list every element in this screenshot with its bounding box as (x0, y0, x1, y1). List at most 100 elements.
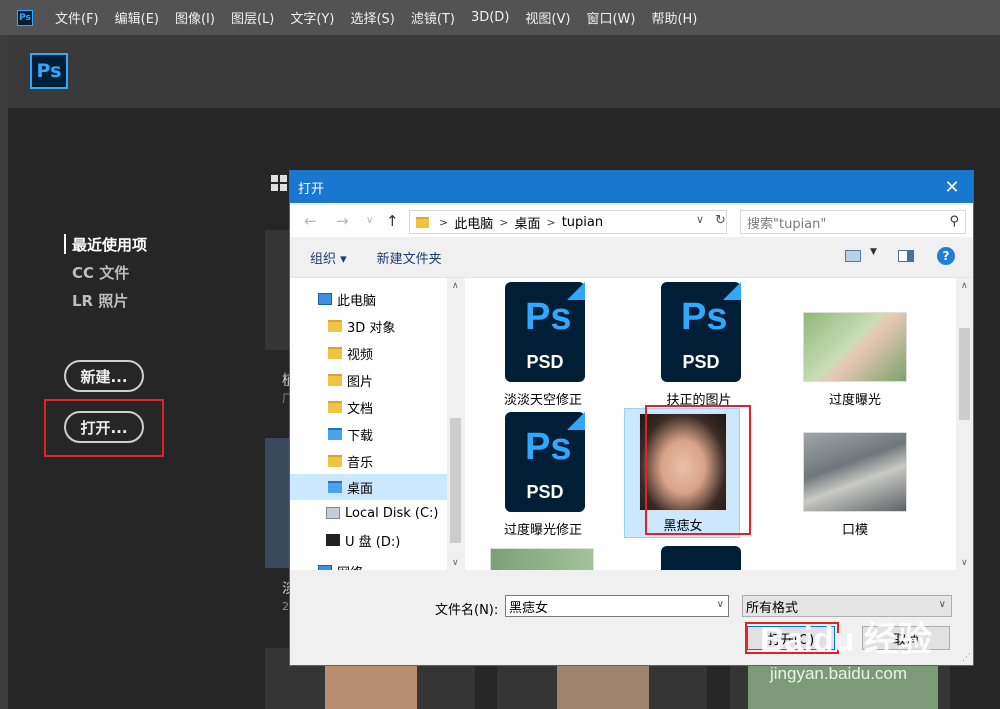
folder-icon (416, 216, 429, 228)
chevron-down-icon[interactable]: ∨ (939, 599, 946, 610)
menu-3d[interactable]: 3D(D) (463, 0, 517, 35)
tree-item-label: U 盘 (D:) (345, 534, 401, 550)
file-name-input[interactable]: 黑痣女 ∨ (505, 595, 729, 617)
network-icon (318, 565, 332, 570)
scroll-down-icon[interactable]: ∨ (452, 558, 459, 568)
organize-menu[interactable]: 组织 ▾ (310, 248, 347, 267)
tree-item-desktop[interactable]: 桌面 (290, 474, 447, 500)
psd-file-icon (661, 546, 741, 570)
photo-thumbnail (490, 548, 594, 570)
file-item[interactable]: Ps PSD 过度曝光修正 (468, 412, 618, 540)
nav-scrollbar-thumb[interactable] (450, 418, 461, 543)
forward-arrow-icon[interactable]: → (336, 212, 349, 230)
file-item[interactable]: Ps PSD 扶正的图片 (624, 282, 774, 410)
address-bar[interactable]: > 此电脑 > 桌面 > tupian ∨ (409, 210, 727, 234)
recent-file-meta: 2 (282, 600, 289, 613)
recent-file-tile[interactable] (265, 438, 290, 568)
active-nav-indicator (64, 234, 66, 254)
file-item[interactable]: 口模 (780, 412, 930, 540)
nav-lr-photos[interactable]: LR 照片 (72, 290, 128, 311)
folder-icon (328, 347, 342, 359)
preview-pane-icon[interactable] (898, 250, 914, 262)
scroll-up-icon[interactable]: ∧ (452, 281, 459, 291)
file-name: 淡淡天空修正 (503, 393, 582, 408)
dialog-title-bar[interactable]: 打开 ✕ (290, 171, 973, 203)
tree-item-music[interactable]: 音乐 (328, 448, 448, 474)
tree-item-pictures[interactable]: 图片 (328, 367, 448, 393)
grid-view-icon[interactable] (271, 175, 287, 191)
chevron-down-icon[interactable]: ∨ (717, 599, 724, 610)
computer-icon (318, 293, 332, 305)
tree-item-this-pc[interactable]: 此电脑 (318, 286, 448, 312)
window-edge (0, 35, 8, 709)
tree-item-downloads[interactable]: 下载 (328, 421, 448, 447)
tree-item-label: Local Disk (C:) (345, 505, 439, 521)
back-arrow-icon[interactable]: ← (304, 212, 317, 230)
tree-item-videos[interactable]: 视频 (328, 340, 448, 366)
recent-file-thumbnail (325, 664, 417, 709)
refresh-icon[interactable]: ↻ (715, 213, 726, 228)
tree-item-network[interactable]: 网络 (318, 558, 448, 570)
tree-item-local-disk[interactable]: Local Disk (C:) (326, 500, 448, 526)
scroll-up-icon[interactable]: ∧ (961, 281, 968, 291)
tree-item-label: 网络 (337, 562, 363, 571)
music-folder-icon (328, 455, 342, 467)
address-row: ← → ∨ ↑ > 此电脑 > 桌面 > tupian ∨ ↻ 搜索"tupia… (290, 205, 973, 237)
breadcrumb-tupian[interactable]: tupian (562, 215, 603, 230)
chevron-down-icon[interactable]: ∨ (696, 213, 704, 226)
new-folder-button[interactable]: 新建文件夹 (377, 248, 442, 267)
menu-layer[interactable]: 图层(L) (223, 0, 282, 35)
menu-select[interactable]: 选择(S) (342, 0, 402, 35)
scroll-down-icon[interactable]: ∨ (961, 558, 968, 568)
view-mode-icon[interactable] (845, 250, 861, 262)
new-button[interactable]: 新建... (64, 360, 144, 392)
search-input[interactable]: 搜索"tupian" ⚲ (740, 210, 966, 234)
menu-filter[interactable]: 滤镜(T) (403, 0, 463, 35)
recent-file-tile[interactable] (265, 230, 290, 350)
psd-logo-text: Ps (525, 426, 572, 468)
home-header: Ps (8, 35, 1000, 108)
tree-item-3d-objects[interactable]: 3D 对象 (328, 313, 448, 339)
tree-item-label: 音乐 (347, 455, 374, 471)
menu-edit[interactable]: 编辑(E) (107, 0, 167, 35)
file-item[interactable]: Ps PSD 淡淡天空修正 (468, 282, 618, 410)
menu-image[interactable]: 图像(I) (167, 0, 223, 35)
menu-help[interactable]: 帮助(H) (643, 0, 705, 35)
close-icon[interactable]: ✕ (931, 171, 973, 203)
menu-window[interactable]: 窗口(W) (578, 0, 643, 35)
file-name: 口模 (841, 523, 868, 538)
file-scrollbar-thumb[interactable] (959, 328, 970, 420)
watermark-url: jingyan.baidu.com (770, 664, 908, 683)
tree-item-label: 此电脑 (337, 293, 377, 309)
recent-locations-icon[interactable]: ∨ (366, 215, 373, 226)
highlight-open-button (44, 399, 164, 457)
tree-item-label: 图片 (347, 374, 374, 390)
nav-recent[interactable]: 最近使用项 (72, 234, 147, 255)
chevron-down-icon[interactable]: ▼ (870, 247, 877, 257)
up-arrow-icon[interactable]: ↑ (386, 212, 399, 230)
breadcrumb-desktop[interactable]: 桌面 (514, 213, 540, 232)
resize-grip-icon[interactable]: ⋰ (962, 653, 971, 663)
folder-icon (328, 374, 342, 386)
tree-item-usb-drive[interactable]: U 盘 (D:) (326, 527, 448, 553)
tree-item-label: 视频 (347, 347, 374, 363)
menu-type[interactable]: 文字(Y) (282, 0, 342, 35)
help-icon[interactable]: ? (937, 247, 955, 265)
tree-item-label: 桌面 (347, 481, 374, 497)
file-item[interactable]: 过度曝光 (780, 282, 930, 410)
file-scrollbar[interactable] (956, 278, 973, 570)
tree-item-documents[interactable]: 文档 (328, 394, 448, 420)
usb-drive-icon (326, 534, 340, 546)
nav-cc-files[interactable]: CC 文件 (72, 262, 129, 283)
search-icon[interactable]: ⚲ (949, 214, 959, 229)
download-folder-icon (328, 428, 342, 440)
psd-logo-text: Ps (525, 296, 572, 338)
photoshop-app-icon[interactable]: Ps (17, 9, 33, 26)
breadcrumb-this-pc[interactable]: 此电脑 (454, 213, 493, 232)
watermark-logo: Baidu 经验 (760, 621, 932, 659)
open-file-dialog: 打开 ✕ ← → ∨ ↑ > 此电脑 > 桌面 > tupian ∨ ↻ 搜索"… (289, 170, 974, 666)
menu-bar: Ps 文件(F) 编辑(E) 图像(I) 图层(L) 文字(Y) 选择(S) 滤… (0, 0, 1000, 35)
psd-ext-text: PSD (526, 482, 564, 502)
menu-file[interactable]: 文件(F) (47, 0, 107, 35)
menu-view[interactable]: 视图(V) (517, 0, 578, 35)
